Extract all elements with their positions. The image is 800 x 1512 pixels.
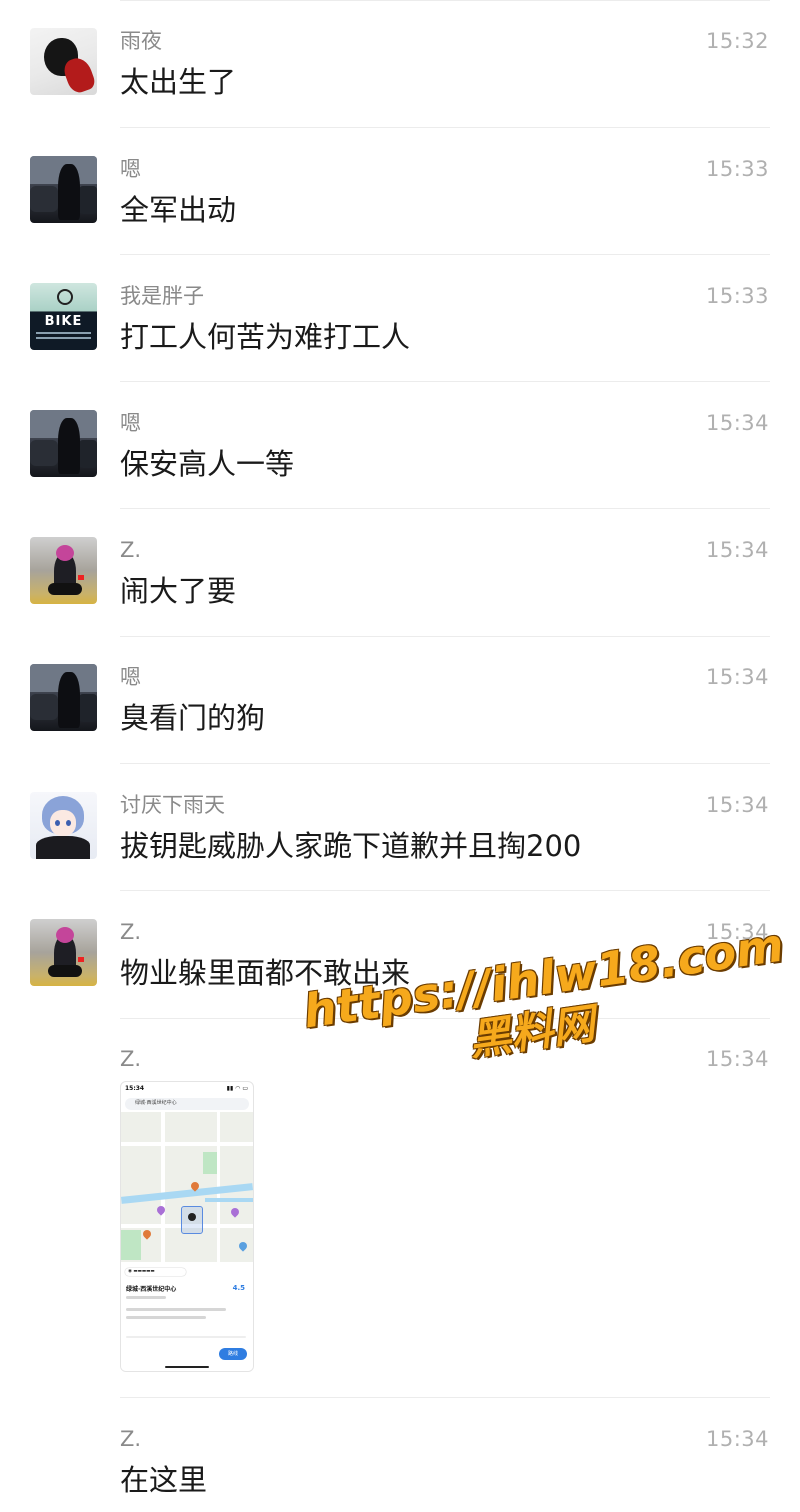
message-text: 全军出动 — [120, 193, 237, 227]
sender-name: 嗯 — [120, 157, 141, 181]
sender-name: 嗯 — [120, 665, 141, 689]
message-time: 15:34 — [705, 665, 769, 689]
avatar[interactable] — [30, 28, 97, 95]
message-text: 物业躲里面都不敢出来 — [120, 956, 411, 990]
message-text: 拔钥匙威胁人家跪下道歉并且掏200 — [120, 829, 582, 863]
message-text: 保安高人一等 — [120, 447, 295, 481]
sender-name: Z. — [120, 1047, 142, 1071]
image-route-button: 路线 — [219, 1348, 247, 1360]
sender-name: Z. — [120, 538, 142, 562]
message-time: 15:34 — [705, 1427, 769, 1451]
image-home-indicator — [165, 1366, 209, 1368]
message-time: 15:34 — [705, 793, 769, 817]
shared-map-image[interactable]: 15:34 ▮▮ ◠ ▭ 绿城·西溪世纪中心 ◉ ▬▬▬▬▬ 绿城·西溪世纪中心… — [120, 1081, 254, 1372]
message-text: 闹大了要 — [120, 574, 237, 608]
image-map — [121, 1112, 253, 1262]
chat-message[interactable]: 嗯 15:34 保安高人一等 — [0, 382, 800, 509]
sender-name: Z. — [120, 920, 142, 944]
sender-name: 我是胖子 — [120, 284, 204, 308]
chat-message[interactable]: 嗯 15:34 臭看门的狗 — [0, 636, 800, 764]
image-place-tag: ◉ ▬▬▬▬▬ — [125, 1268, 186, 1276]
avatar[interactable] — [30, 537, 97, 604]
avatar[interactable] — [30, 156, 97, 223]
avatar[interactable] — [30, 792, 97, 859]
chat-message[interactable]: Z. 15:34 闹大了要 — [0, 509, 800, 637]
sender-name: 讨厌下雨天 — [120, 793, 225, 817]
message-text: 臭看门的狗 — [120, 701, 266, 735]
avatar[interactable] — [30, 664, 97, 731]
sender-name: 嗯 — [120, 411, 141, 435]
sender-name: Z. — [120, 1427, 142, 1451]
image-status-time: 15:34 — [125, 1085, 145, 1092]
avatar-logo-text: BIKE — [44, 314, 83, 329]
message-time: 15:32 — [705, 29, 769, 53]
avatar[interactable] — [30, 919, 97, 986]
image-status-icons: ▮▮ ◠ ▭ — [226, 1085, 248, 1092]
chat-message[interactable]: Z. 15:34 物业躲里面都不敢出来 — [0, 891, 800, 1019]
chat-message[interactable]: 嗯 15:33 全军出动 — [0, 128, 800, 255]
sender-name: 雨夜 — [120, 29, 162, 53]
chat-message[interactable]: 讨厌下雨天 15:34 拔钥匙威胁人家跪下道歉并且掏200 — [0, 764, 800, 891]
message-time: 15:34 — [705, 411, 769, 435]
message-time: 15:34 — [705, 1047, 769, 1071]
message-text: 在这里 — [120, 1463, 208, 1497]
chat-message[interactable]: Z. 15:34 15:34 ▮▮ ◠ ▭ 绿城·西溪世纪中心 ◉ ▬▬▬▬▬ … — [0, 1018, 800, 1398]
message-time: 15:34 — [705, 538, 769, 562]
message-time: 15:33 — [705, 284, 769, 308]
image-search-bar: 绿城·西溪世纪中心 — [125, 1098, 249, 1110]
chat-message[interactable]: Z. 15:34 在这里 — [0, 1398, 800, 1512]
message-text: 打工人何苦为难打工人 — [120, 320, 411, 354]
chat-message[interactable]: BIKE 我是胖子 15:33 打工人何苦为难打工人 — [0, 255, 800, 382]
message-time: 15:33 — [705, 157, 769, 181]
chat-message[interactable]: 雨夜 15:32 太出生了 — [0, 0, 800, 128]
avatar[interactable] — [30, 410, 97, 477]
message-text: 太出生了 — [120, 65, 237, 99]
message-time: 15:34 — [705, 920, 769, 944]
avatar[interactable]: BIKE — [30, 283, 97, 350]
